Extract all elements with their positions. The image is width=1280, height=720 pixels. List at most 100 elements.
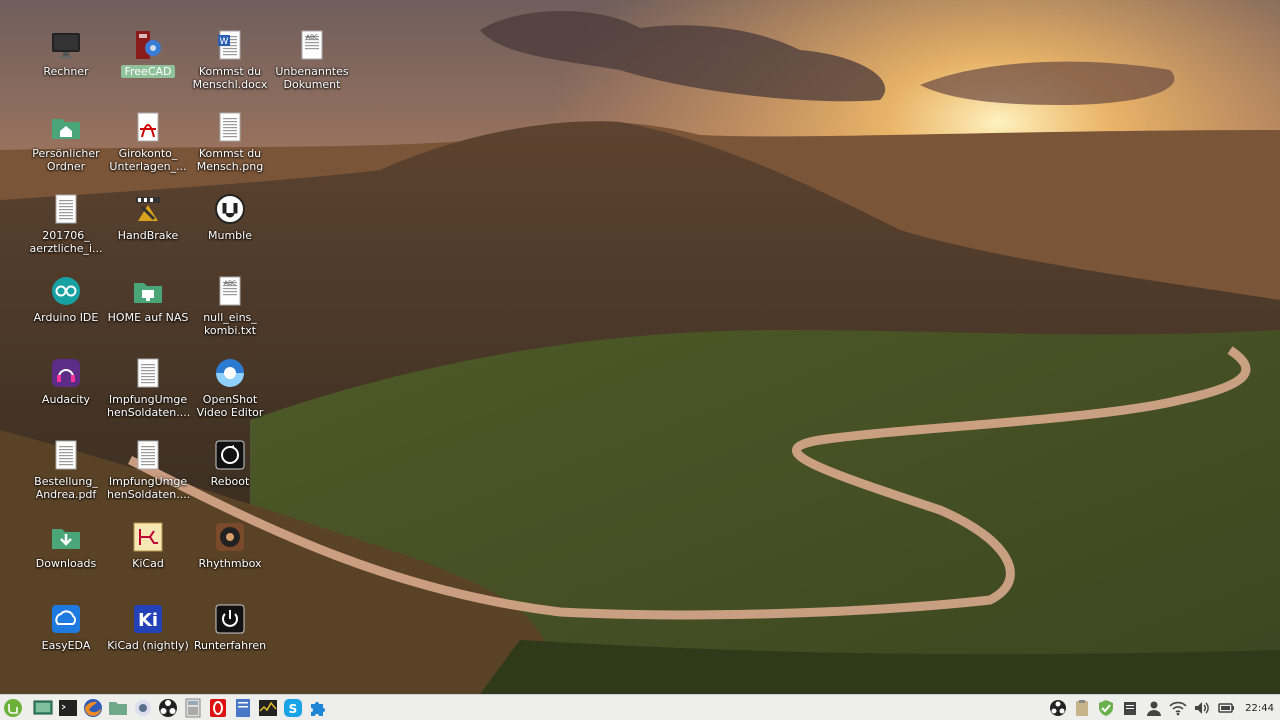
audacity-icon: [50, 357, 82, 389]
desktop-icon[interactable]: Persönlicher Ordner: [25, 100, 107, 173]
desktop-icon[interactable]: 201706_ aerztliche_i...: [25, 182, 107, 255]
desktop-icon[interactable]: FreeCAD: [107, 18, 189, 78]
reboot-icon: [214, 439, 246, 471]
desktop-icon[interactable]: Rechner: [25, 18, 107, 78]
desktop-icon[interactable]: EasyEDA: [25, 592, 107, 652]
shield-check-icon[interactable]: [1097, 699, 1115, 717]
mint-menu-icon[interactable]: [2, 697, 24, 719]
desktop-icon[interactable]: Reboot: [189, 428, 271, 488]
volume-icon[interactable]: [1193, 699, 1211, 717]
desktop-icon-label: EasyEDA: [41, 639, 91, 652]
document-icon: [50, 439, 82, 471]
handbrake-icon: [132, 193, 164, 225]
desktop-icon[interactable]: Arduino IDE: [25, 264, 107, 324]
desktop-icon[interactable]: Bestellung_ Andrea.pdf: [25, 428, 107, 501]
desktop-icon[interactable]: OpenShot Video Editor: [189, 346, 271, 419]
desktop-icon-label: Downloads: [35, 557, 97, 570]
desktop-icon[interactable]: ABC null_eins_ kombi.txt: [189, 264, 271, 337]
show-desktop-icon[interactable]: [32, 697, 54, 719]
desktop-icon[interactable]: Ki KiCad (nightly): [107, 592, 189, 652]
text-editor-icon[interactable]: [232, 697, 254, 719]
desktop-icon[interactable]: Audacity: [25, 346, 107, 406]
notes-icon[interactable]: [1121, 699, 1139, 717]
desktop-icon[interactable]: HOME auf NAS: [107, 264, 189, 324]
wifi-icon[interactable]: [1169, 699, 1187, 717]
skype-icon[interactable]: S: [282, 697, 304, 719]
downloads-folder-icon: [50, 521, 82, 553]
desktop-icon[interactable]: ABC Unbenanntes Dokument: [271, 18, 353, 91]
desktop-icon-label: Runterfahren: [193, 639, 267, 652]
svg-text:W: W: [220, 37, 229, 47]
desktop-icon[interactable]: KiCad: [107, 510, 189, 570]
desktop-icon-label: 201706_ aerztliche_i...: [29, 229, 103, 255]
desktop-icon-label: ImpfungUmge henSoldaten....: [107, 393, 191, 419]
battery-icon[interactable]: [1217, 699, 1235, 717]
freecad-icon: [132, 29, 164, 61]
taskbar-panel: S 22:44: [0, 694, 1280, 720]
kicad-nightly-icon: Ki: [132, 603, 164, 635]
obs-icon[interactable]: [157, 697, 179, 719]
puzzle-icon[interactable]: [307, 697, 329, 719]
kicad-icon: [132, 521, 164, 553]
desktop-icon[interactable]: Kommst du Mensch.png: [189, 100, 271, 173]
desktop-icon-label: Rechner: [43, 65, 89, 78]
system-monitor-icon[interactable]: [257, 697, 279, 719]
settings-icon[interactable]: [132, 697, 154, 719]
svg-text:ABC: ABC: [306, 34, 318, 41]
desktop-icon-label: ImpfungUmge henSoldaten....: [107, 475, 191, 501]
obs-tray-icon[interactable]: [1049, 699, 1067, 717]
mumble-icon: [214, 193, 246, 225]
user-icon[interactable]: [1145, 699, 1163, 717]
desktop-icon[interactable]: Downloads: [25, 510, 107, 570]
document-icon: [50, 193, 82, 225]
text-document-icon: ABC: [214, 275, 246, 307]
desktop-icon[interactable]: ImpfungUmge henSoldaten....: [107, 346, 191, 419]
firefox-icon[interactable]: [82, 697, 104, 719]
svg-text:S: S: [289, 702, 298, 716]
document-icon: [132, 439, 164, 471]
easyeda-icon: [50, 603, 82, 635]
terminal-icon[interactable]: [57, 697, 79, 719]
calculator-icon[interactable]: [182, 697, 204, 719]
network-folder-icon: [132, 275, 164, 307]
desktop: Rechner FreeCAD W Kommst du Menschl.docx ABC…: [0, 0, 1280, 694]
files-icon[interactable]: [107, 697, 129, 719]
desktop-icon-label: OpenShot Video Editor: [196, 393, 264, 419]
clipboard-icon[interactable]: [1073, 699, 1091, 717]
desktop-icon-label: Arduino IDE: [33, 311, 99, 324]
desktop-icon[interactable]: Runterfahren: [189, 592, 271, 652]
desktop-icon[interactable]: Girokonto_ Unterlagen_...: [107, 100, 189, 173]
desktop-icon-label: Persönlicher Ordner: [32, 147, 100, 173]
pdf-icon: [132, 111, 164, 143]
desktop-icon-label: Unbenanntes Dokument: [275, 65, 349, 91]
desktop-icon-label: KiCad (nightly): [107, 639, 189, 652]
word-document-icon: W: [214, 29, 246, 61]
desktop-icon-label: Kommst du Mensch.png: [196, 147, 264, 173]
desktop-icon[interactable]: Mumble: [189, 182, 271, 242]
clock[interactable]: 22:44: [1245, 703, 1274, 714]
desktop-icon-label: KiCad: [132, 557, 164, 570]
image-file-icon: [214, 111, 246, 143]
desktop-icon-label: HandBrake: [117, 229, 179, 242]
opera-icon[interactable]: [207, 697, 229, 719]
desktop-icon[interactable]: Rhythmbox: [189, 510, 271, 570]
home-folder-icon: [50, 111, 82, 143]
desktop-icon-label: Rhythmbox: [198, 557, 262, 570]
svg-text:Ki: Ki: [138, 610, 158, 631]
shutdown-icon: [214, 603, 246, 635]
desktop-icon-label: Bestellung_ Andrea.pdf: [34, 475, 98, 501]
desktop-icon-label: null_eins_ kombi.txt: [203, 311, 257, 337]
desktop-icon-label: HOME auf NAS: [107, 311, 189, 324]
desktop-icon-label: Reboot: [210, 475, 250, 488]
desktop-icon-label: Mumble: [208, 229, 252, 242]
document-icon: [132, 357, 164, 389]
desktop-icon-label: Kommst du Menschl.docx: [192, 65, 268, 91]
desktop-icon[interactable]: HandBrake: [107, 182, 189, 242]
desktop-icon-label: Girokonto_ Unterlagen_...: [109, 147, 187, 173]
text-document-icon: ABC: [296, 29, 328, 61]
monitor-icon: [50, 29, 82, 61]
desktop-icon[interactable]: ImpfungUmge henSoldaten....: [107, 428, 191, 501]
svg-text:ABC: ABC: [224, 280, 236, 287]
desktop-icon-label: Audacity: [41, 393, 91, 406]
desktop-icon[interactable]: W Kommst du Menschl.docx: [189, 18, 271, 91]
